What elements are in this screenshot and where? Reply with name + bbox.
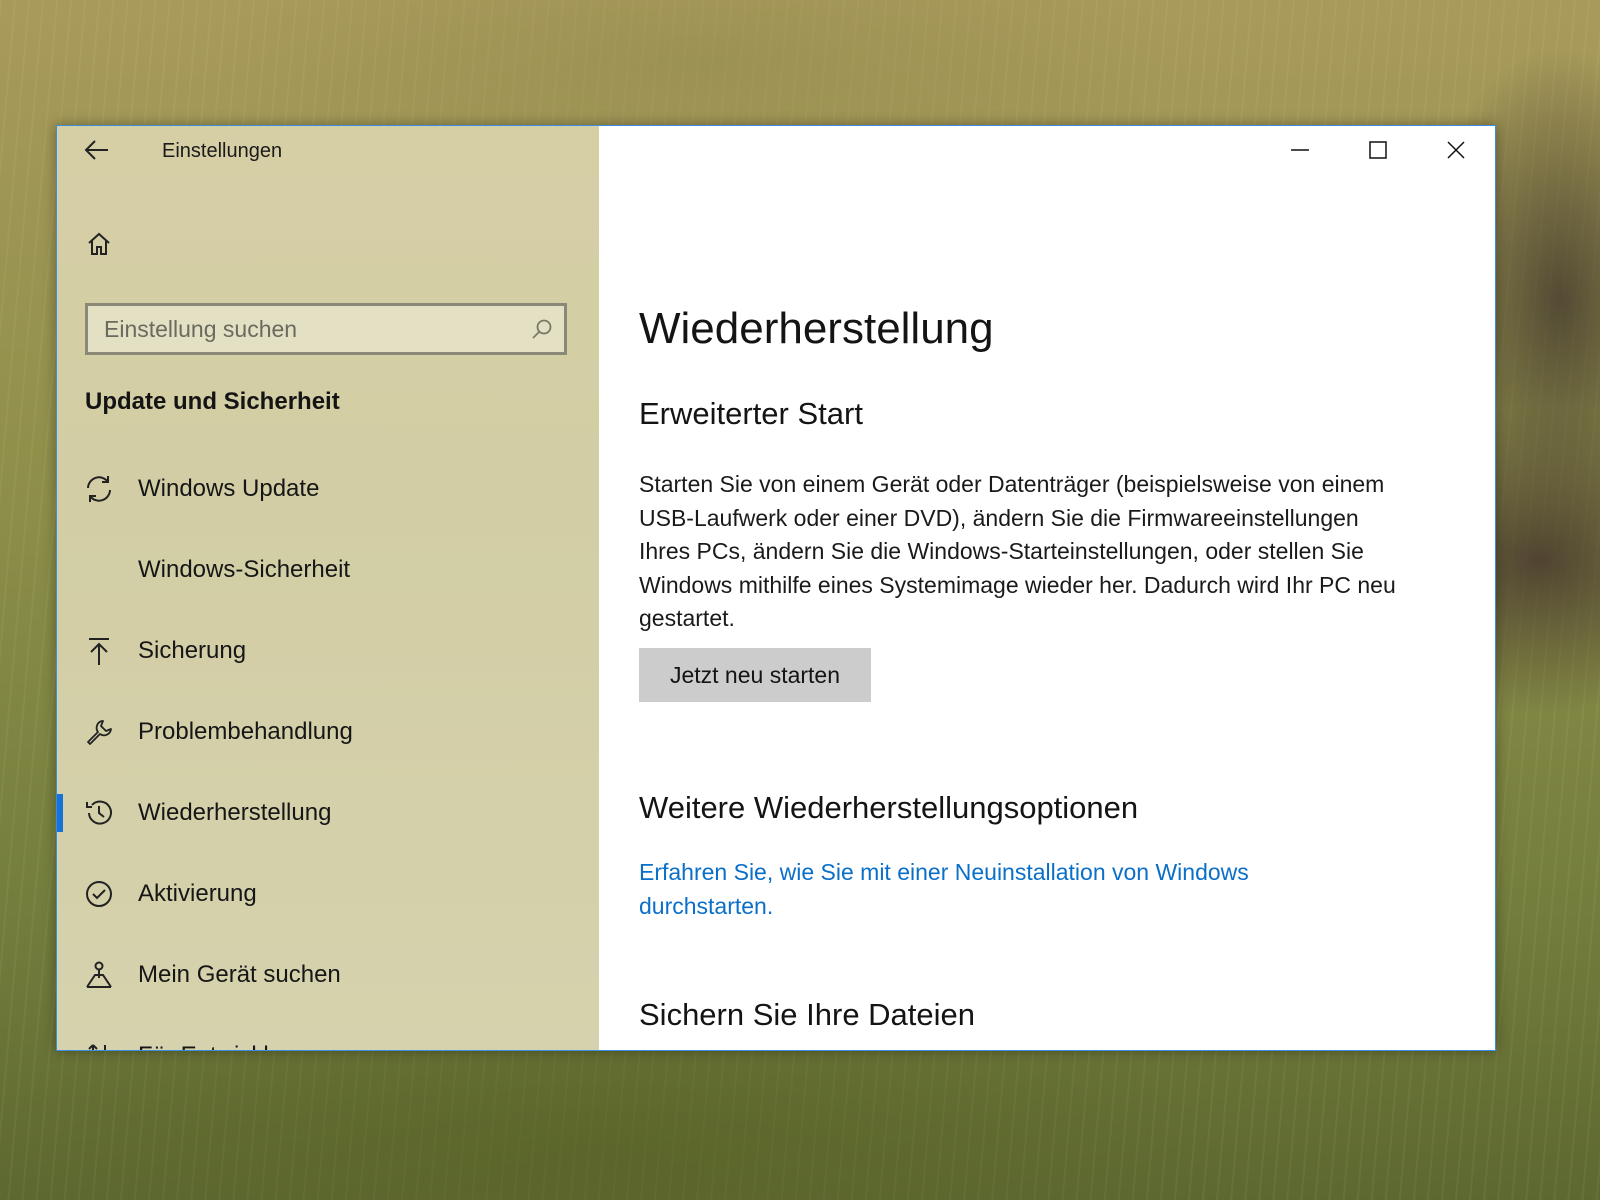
sync-icon [79, 469, 119, 509]
more-options-heading: Weitere Wiederherstellungsoptionen [639, 790, 1139, 825]
sidebar-nav: Windows Update Windows-Sicherheit Sicher… [57, 448, 599, 1051]
sidebar-item-backup[interactable]: Sicherung [57, 610, 599, 691]
close-icon [1447, 141, 1465, 159]
search-input[interactable] [88, 305, 520, 353]
minimize-icon [1291, 149, 1309, 151]
minimize-button[interactable] [1261, 126, 1339, 174]
back-button[interactable] [75, 130, 119, 170]
close-button[interactable] [1417, 126, 1495, 174]
page-title: Wiederherstellung [639, 304, 994, 353]
sidebar-item-find-device[interactable]: Mein Gerät suchen [57, 934, 599, 1015]
sidebar-item-activation[interactable]: Aktivierung [57, 853, 599, 934]
sidebar-item-label: Für Entwickler [138, 1042, 290, 1051]
home-icon [88, 232, 110, 255]
advanced-start-heading: Erweiterter Start [639, 396, 863, 431]
developer-tools-icon [79, 1036, 119, 1050]
home-button[interactable] [79, 224, 119, 264]
back-arrow-icon [84, 140, 108, 160]
find-device-icon [79, 955, 119, 995]
sidebar-item-windows-update[interactable]: Windows Update [57, 448, 599, 529]
check-circle-icon [79, 874, 119, 914]
sidebar-item-label: Windows Update [138, 474, 320, 502]
advanced-start-description: Starten Sie von einem Gerät oder Datentr… [639, 471, 1396, 632]
sidebar: Einstellungen Update und Sicherheit [57, 126, 599, 1050]
sidebar-section-title: Update und Sicherheit [85, 388, 340, 415]
window-controls [1261, 126, 1495, 174]
wrench-icon [79, 712, 119, 752]
upload-arrow-icon [79, 631, 119, 671]
history-icon [79, 793, 119, 833]
sidebar-item-windows-security[interactable]: Windows-Sicherheit [57, 529, 599, 610]
maximize-icon [1369, 141, 1387, 159]
search-icon[interactable] [520, 318, 564, 340]
sidebar-item-developers[interactable]: Für Entwickler [57, 1015, 599, 1051]
sidebar-item-label: Mein Gerät suchen [138, 960, 341, 988]
app-title: Einstellungen [162, 140, 283, 162]
sidebar-item-label: Aktivierung [138, 879, 257, 907]
sidebar-item-troubleshoot[interactable]: Problembehandlung [57, 691, 599, 772]
restart-now-button[interactable]: Jetzt neu starten [639, 648, 871, 702]
sidebar-item-label: Sicherung [138, 636, 247, 664]
fresh-start-link[interactable]: Erfahren Sie, wie Sie mit einer Neuinsta… [639, 856, 1339, 923]
sidebar-item-recovery[interactable]: Wiederherstellung [57, 772, 599, 853]
backup-heading: Sichern Sie Ihre Dateien [639, 997, 976, 1032]
maximize-button[interactable] [1339, 126, 1417, 174]
sidebar-item-label: Problembehandlung [138, 717, 353, 745]
main-content: Wiederherstellung Erweiterter Start Star… [599, 126, 1495, 1050]
search-field[interactable] [85, 303, 567, 355]
sidebar-item-label: Wiederherstellung [138, 798, 332, 826]
sidebar-item-label: Windows-Sicherheit [138, 555, 351, 583]
settings-window: Einstellungen Update und Sicherheit [56, 125, 1496, 1051]
